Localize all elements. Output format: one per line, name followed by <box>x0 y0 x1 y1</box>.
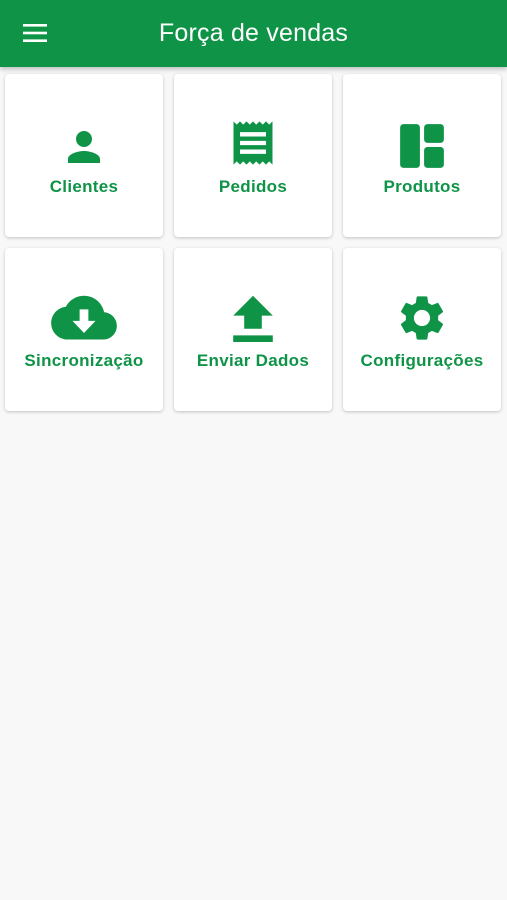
menu-card-enviar-dados[interactable]: Enviar Dados <box>174 248 332 411</box>
gear-icon <box>400 295 444 340</box>
menu-card-produtos[interactable]: Produtos <box>343 74 501 237</box>
menu-card-label: Clientes <box>49 176 119 196</box>
page-title: Força de vendas <box>158 19 349 47</box>
receipt-icon <box>233 120 273 165</box>
menu-icon <box>23 24 47 42</box>
menu-button[interactable] <box>18 18 52 48</box>
menu-card-sincronizacao[interactable]: Sincronização <box>5 248 163 411</box>
menu-grid: Clientes Pedidos Produtos Sincronização <box>0 67 507 411</box>
menu-card-clientes[interactable]: Clientes <box>5 74 163 237</box>
menu-card-pedidos[interactable]: Pedidos <box>174 74 332 237</box>
menu-card-configuracoes[interactable]: Configurações <box>343 248 501 411</box>
menu-card-label: Sincronização <box>24 350 144 370</box>
menu-card-label: Configurações <box>360 350 484 370</box>
menu-card-label: Produtos <box>383 176 461 196</box>
upload-icon <box>233 295 273 342</box>
app-bar: Força de vendas <box>0 0 507 67</box>
person-icon <box>68 130 100 163</box>
menu-card-label: Enviar Dados <box>196 350 310 370</box>
menu-card-label: Pedidos <box>218 176 288 196</box>
cloud-download-icon <box>51 295 117 340</box>
dashboard-icon <box>400 123 444 168</box>
